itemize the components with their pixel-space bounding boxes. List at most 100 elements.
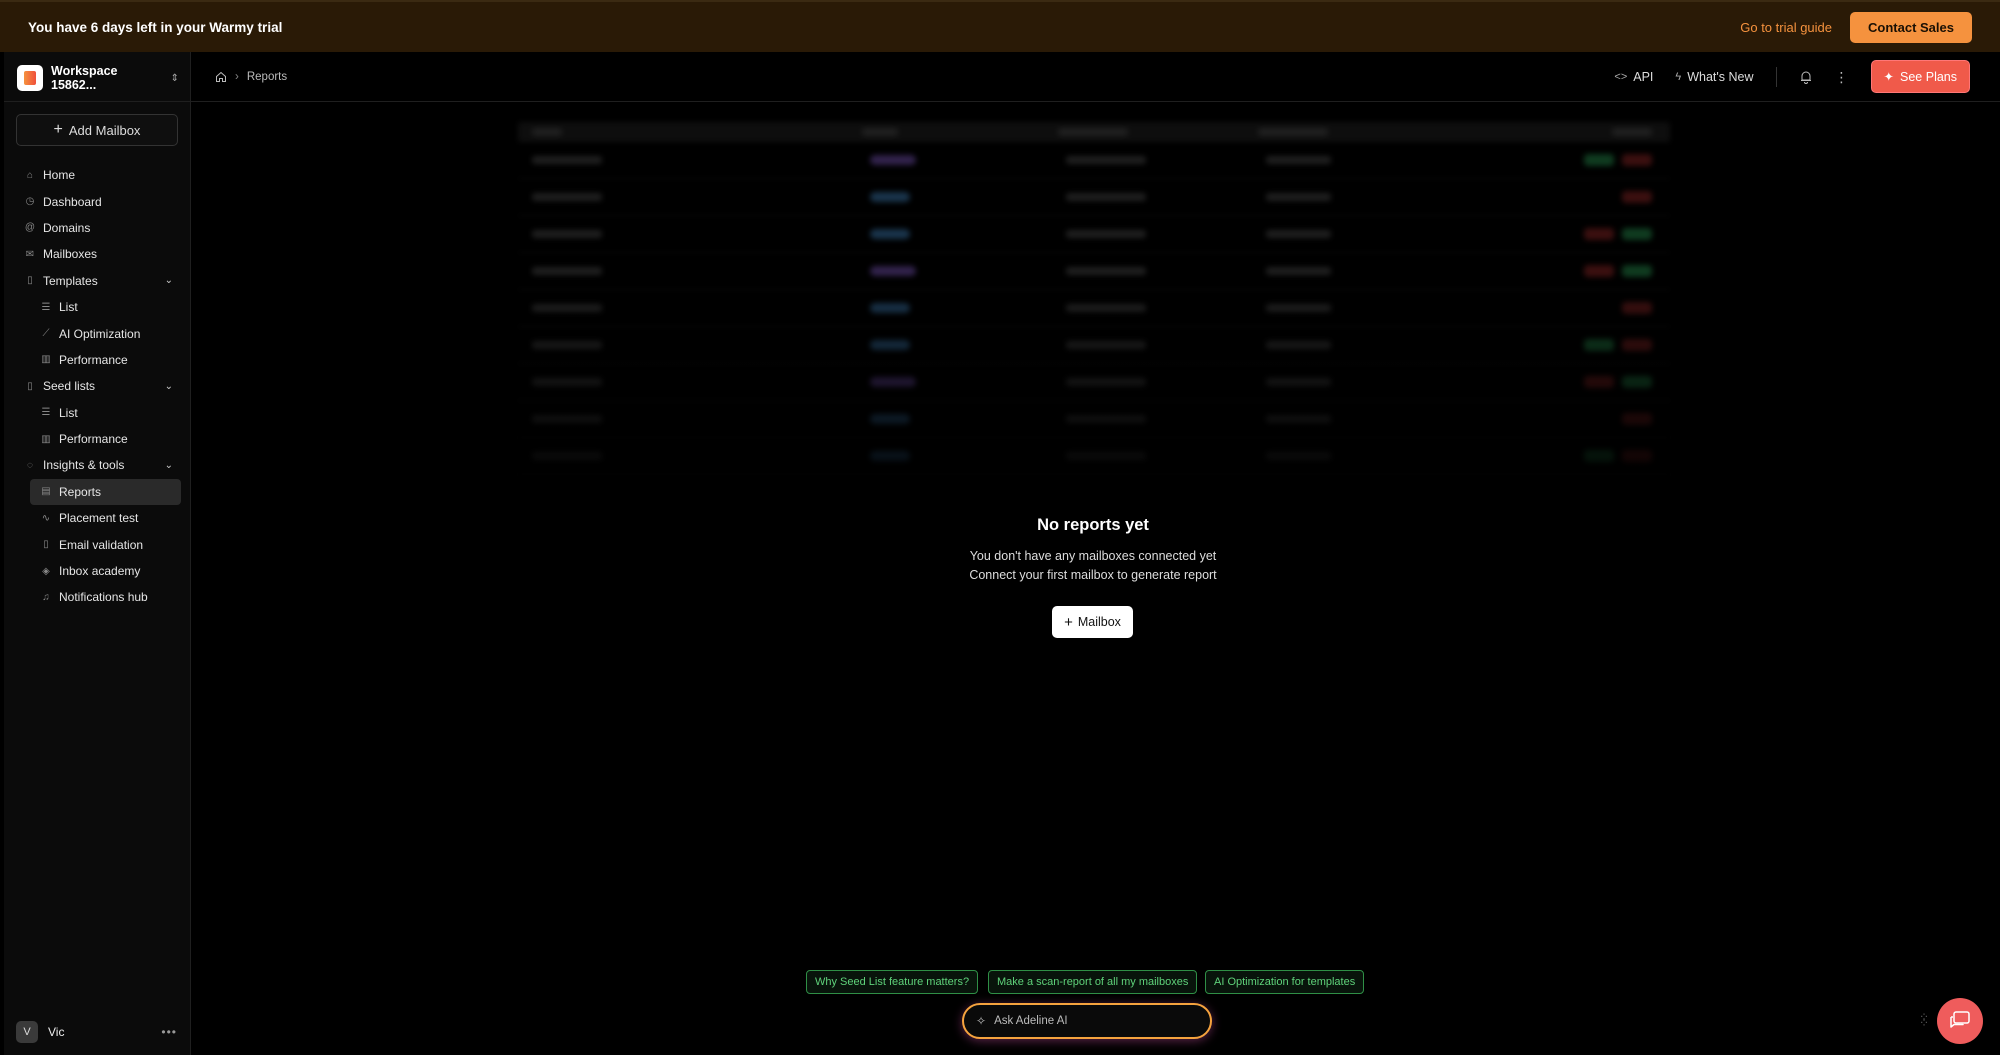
contact-sales-button[interactable]: Contact Sales — [1850, 11, 1972, 43]
mail-icon: ✉ — [25, 248, 35, 260]
breadcrumb-separator-icon: › — [235, 70, 239, 83]
lightbulb-icon: ◌ — [27, 459, 33, 471]
sidebar-item-dashboard[interactable]: ◷ Dashboard — [16, 188, 181, 214]
sidebar-item-label: Reports — [59, 484, 102, 499]
sidebar-item-mailboxes[interactable]: ✉ Mailboxes — [16, 241, 181, 267]
workspace-switcher[interactable]: Workspace 15862... ⇕ — [17, 64, 179, 92]
table-fade-overlay — [518, 122, 1670, 502]
sidebar-item-label: Home — [43, 168, 76, 183]
sidebar-item-templates-performance[interactable]: ▥ Performance — [16, 347, 181, 373]
user-menu[interactable]: V Vic ••• — [16, 1019, 181, 1045]
sidebar-item-templates-list[interactable]: ☰ List — [16, 294, 181, 320]
sidebar-item-label: Placement test — [59, 511, 139, 526]
chevron-down-icon[interactable]: ⌄ — [165, 275, 173, 286]
sidebar-item-label: Notifications hub — [59, 590, 148, 605]
ask-ai-input[interactable] — [994, 1015, 1185, 1027]
sidebar-item-ai-optimization[interactable]: ⟋ AI Optimization — [16, 320, 181, 346]
empty-state: No reports yet You don't have any mailbo… — [868, 516, 1318, 585]
pulse-icon: ∿ — [41, 512, 51, 524]
lightning-icon: ϟ — [1675, 70, 1682, 83]
sidebar-item-notifications-hub[interactable]: ♫ Notifications hub — [16, 584, 181, 610]
sparkle-icon: ✧ — [976, 1014, 987, 1028]
api-link[interactable]: <> API — [1614, 70, 1653, 84]
whats-new-label: What's New — [1687, 69, 1754, 84]
list-icon: ☰ — [41, 407, 51, 419]
empty-state-title: No reports yet — [1037, 516, 1149, 534]
api-label: API — [1633, 69, 1654, 84]
empty-state-line1: You don't have any mailboxes connected y… — [969, 549, 1217, 563]
whats-new-link[interactable]: ϟ What's New — [1675, 70, 1753, 84]
sidebar-item-reports[interactable]: ▤ Reports — [30, 478, 181, 506]
home-icon[interactable] — [215, 71, 227, 83]
at-icon: @ — [24, 222, 36, 234]
bell-icon: ♫ — [42, 591, 50, 603]
suggestion-chip[interactable]: Why Seed List feature matters? — [806, 970, 979, 994]
drag-handle-icon[interactable]: ⁘ ⁘ — [1919, 1011, 1929, 1029]
line-chart-icon: ⟋ — [42, 328, 50, 340]
sidebar-item-seed-list[interactable]: ☰ List — [16, 400, 181, 426]
add-mailbox-cta-button[interactable]: + Mailbox — [1052, 606, 1133, 638]
sidebar-item-seed-performance[interactable]: ▥ Performance — [16, 426, 181, 452]
sidebar-item-templates[interactable]: ▯ Templates ⌄ — [16, 268, 181, 294]
sidebar-item-label: AI Optimization — [59, 326, 141, 341]
file-icon: ▯ — [27, 380, 33, 392]
more-horizontal-icon[interactable]: ••• — [161, 1025, 177, 1039]
add-mailbox-label: Add Mailbox — [68, 122, 141, 138]
warmy-logo-icon — [17, 65, 43, 91]
code-icon: <> — [1614, 70, 1628, 83]
report-icon: ▤ — [41, 486, 51, 498]
empty-state-line2: Connect your first mailbox to generate r… — [969, 568, 1217, 582]
chat-icon — [1950, 1011, 1970, 1028]
sidebar-item-seed-lists[interactable]: ▯ Seed lists ⌄ — [16, 373, 181, 399]
see-plans-button[interactable]: ✦ See Plans — [1870, 60, 1970, 93]
sidebar: Workspace 15862... ⇕ + Add Mailbox ⌂ Hom… — [4, 52, 191, 1055]
sparkle-icon: ✦ — [1883, 70, 1895, 84]
sidebar-item-domains[interactable]: @ Domains — [16, 215, 181, 241]
chevron-updown-icon: ⇕ — [170, 72, 179, 84]
sidebar-item-insights[interactable]: ◌ Insights & tools ⌄ — [16, 452, 181, 478]
workspace-name: Workspace 15862... — [51, 64, 118, 92]
avatar: V — [16, 1021, 38, 1043]
sidebar-divider — [4, 101, 191, 102]
bar-chart-icon: ▥ — [41, 433, 51, 445]
home-icon: ⌂ — [26, 169, 34, 181]
sidebar-item-placement-test[interactable]: ∿ Placement test — [16, 505, 181, 531]
list-icon: ☰ — [41, 301, 51, 313]
sidebar-item-label: Performance — [59, 352, 128, 367]
sidebar-item-label: Dashboard — [43, 194, 102, 209]
chat-support-button[interactable] — [1937, 998, 1983, 1044]
trial-message: You have 6 days left in your Warmy trial — [28, 19, 283, 35]
sidebar-item-label: Inbox academy — [59, 564, 141, 579]
sidebar-item-label: Seed lists — [43, 379, 96, 394]
bar-chart-icon: ▥ — [41, 354, 51, 366]
header-divider — [1775, 66, 1777, 87]
graduation-cap-icon: ◈ — [42, 565, 50, 577]
sidebar-item-label: Domains — [43, 220, 91, 235]
add-mailbox-cta-label: Mailbox — [1077, 615, 1121, 629]
trial-banner: You have 6 days left in your Warmy trial… — [0, 0, 2000, 52]
sidebar-nav: ⌂ Home ◷ Dashboard @ Domains ✉ Mailboxes… — [16, 162, 181, 611]
sidebar-item-label: Insights & tools — [43, 458, 125, 473]
sidebar-item-email-validation[interactable]: ▯ Email validation — [16, 531, 181, 557]
add-mailbox-button[interactable]: + Add Mailbox — [16, 114, 178, 146]
sidebar-item-label: Mailboxes — [43, 247, 98, 262]
plus-icon: + — [53, 121, 63, 138]
suggestion-chip[interactable]: AI Optimization for templates — [1205, 970, 1365, 994]
file-check-icon: ▯ — [43, 539, 49, 551]
ask-ai-bar[interactable]: ✧ — [962, 1003, 1212, 1039]
plus-icon: + — [1064, 613, 1073, 631]
see-plans-label: See Plans — [1900, 69, 1957, 84]
chevron-down-icon[interactable]: ⌄ — [165, 460, 173, 471]
breadcrumb-current: Reports — [246, 70, 288, 83]
sidebar-item-label: Templates — [43, 273, 98, 288]
breadcrumb: › Reports — [215, 71, 287, 83]
sidebar-item-label: List — [59, 405, 78, 420]
more-vertical-icon[interactable]: ⋮ — [1835, 70, 1849, 84]
sidebar-item-home[interactable]: ⌂ Home — [16, 162, 181, 188]
bell-icon[interactable] — [1799, 70, 1813, 84]
top-header: › Reports <> API ϟ What's New ⋮ ✦ See Pl… — [191, 52, 2000, 102]
sidebar-item-inbox-academy[interactable]: ◈ Inbox academy — [16, 558, 181, 584]
chevron-down-icon[interactable]: ⌄ — [165, 381, 173, 392]
trial-guide-link[interactable]: Go to trial guide — [1740, 20, 1832, 35]
suggestion-chip[interactable]: Make a scan-report of all my mailboxes — [988, 970, 1198, 994]
